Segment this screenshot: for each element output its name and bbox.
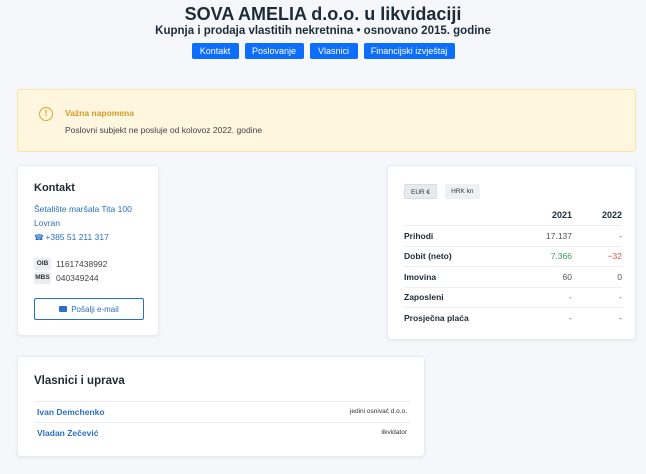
owners-heading: Vlasnici i uprava bbox=[34, 375, 125, 387]
financials-table: 2021 2022 Prihodi 17.137 - Dobit (neto) … bbox=[404, 204, 622, 329]
row-label: Prosječna plaća bbox=[404, 313, 469, 324]
oib-label: OIB bbox=[34, 258, 51, 270]
tab-hrk[interactable]: HRK kn bbox=[445, 184, 480, 199]
owner-name-link[interactable]: Ivan Demchenko bbox=[37, 407, 105, 417]
company-subtitle: Kupnja i prodaja vlastitih nekretnina • … bbox=[155, 25, 491, 37]
mbs-label: MBS bbox=[34, 272, 51, 284]
address-line1-link[interactable]: Šetalište maršala Tita 100 bbox=[34, 204, 132, 214]
table-row: Zaposleni - - bbox=[404, 288, 622, 308]
contact-card: Kontakt Šetalište maršala Tita 100 Lovra… bbox=[17, 165, 159, 336]
warning-icon: ! bbox=[39, 107, 53, 121]
tab-eur[interactable]: EUR € bbox=[404, 184, 438, 199]
value-2022: - bbox=[619, 313, 622, 324]
table-header-row: 2021 2022 bbox=[404, 204, 622, 226]
send-email-button[interactable]: Pošalji e-mail bbox=[34, 298, 144, 320]
envelope-icon bbox=[59, 306, 68, 312]
company-title: SOVA AMELIA d.o.o. u likvidaciji bbox=[184, 4, 462, 24]
table-row: Prosječna plaća - - bbox=[404, 308, 622, 329]
value-2021: 7.366 bbox=[550, 251, 572, 262]
table-row: Dobit (neto) 7.366 −32 bbox=[404, 247, 622, 267]
owner-role: likvidator bbox=[381, 429, 407, 436]
oib-value: 11617438992 bbox=[56, 259, 108, 269]
alert-title: Važna napomena bbox=[65, 108, 134, 118]
col-2022: 2022 bbox=[601, 209, 622, 220]
value-2021: 60 bbox=[562, 271, 572, 282]
list-item: Ivan Demchenko jedini osnivač d.o.o. bbox=[34, 401, 410, 421]
nav-poslovanje-button[interactable]: Poslovanje bbox=[244, 43, 304, 59]
value-2022: 0 bbox=[617, 271, 622, 282]
nav-financijski-izvjestaj-button[interactable]: Financijski izvještaj bbox=[363, 43, 455, 59]
row-label: Dobit (neto) bbox=[404, 251, 452, 262]
financials-card: EUR € HRK kn 2021 2022 Prihodi 17.137 - … bbox=[387, 165, 636, 340]
nav-kontakt-button[interactable]: Kontakt bbox=[191, 43, 239, 59]
owner-role: jedini osnivač d.o.o. bbox=[349, 408, 407, 415]
contact-heading: Kontakt bbox=[34, 182, 75, 194]
col-2021: 2021 bbox=[551, 209, 572, 220]
row-label: Prihodi bbox=[404, 230, 434, 241]
row-label: Imovina bbox=[404, 271, 437, 282]
currency-tabs: EUR € HRK kn bbox=[404, 184, 480, 199]
section-nav: Kontakt Poslovanje Vlasnici Financijski … bbox=[0, 43, 646, 59]
address-line2-link[interactable]: Lovran bbox=[34, 218, 60, 228]
value-2022: - bbox=[619, 292, 622, 303]
value-2022: −32 bbox=[607, 251, 622, 262]
value-2021: - bbox=[569, 313, 572, 324]
send-email-label: Pošalji e-mail bbox=[71, 304, 119, 314]
value-2021: - bbox=[569, 292, 572, 303]
nav-vlasnici-button[interactable]: Vlasnici bbox=[309, 43, 358, 59]
phone-number: +385 51 211 317 bbox=[45, 232, 109, 242]
phone-link[interactable]: ☎ +385 51 211 317 bbox=[34, 232, 109, 242]
value-2021: 17.137 bbox=[546, 230, 572, 241]
owner-name-link[interactable]: Vladan Zečević bbox=[37, 428, 98, 438]
owners-card: Vlasnici i uprava Ivan Demchenko jedini … bbox=[17, 356, 425, 457]
mbs-value: 040349244 bbox=[56, 273, 99, 283]
phone-icon: ☎ bbox=[34, 233, 44, 242]
alert-text: Poslovni subjekt ne posluje od kolovoz 2… bbox=[65, 125, 263, 135]
table-row: Imovina 60 0 bbox=[404, 267, 622, 288]
table-row: Prihodi 17.137 - bbox=[404, 226, 622, 247]
notice-alert: ! Važna napomena Poslovni subjekt ne pos… bbox=[17, 89, 636, 152]
list-item: Vladan Zečević likvidator bbox=[34, 422, 410, 442]
row-label: Zaposleni bbox=[404, 292, 444, 303]
value-2022: - bbox=[619, 230, 622, 241]
